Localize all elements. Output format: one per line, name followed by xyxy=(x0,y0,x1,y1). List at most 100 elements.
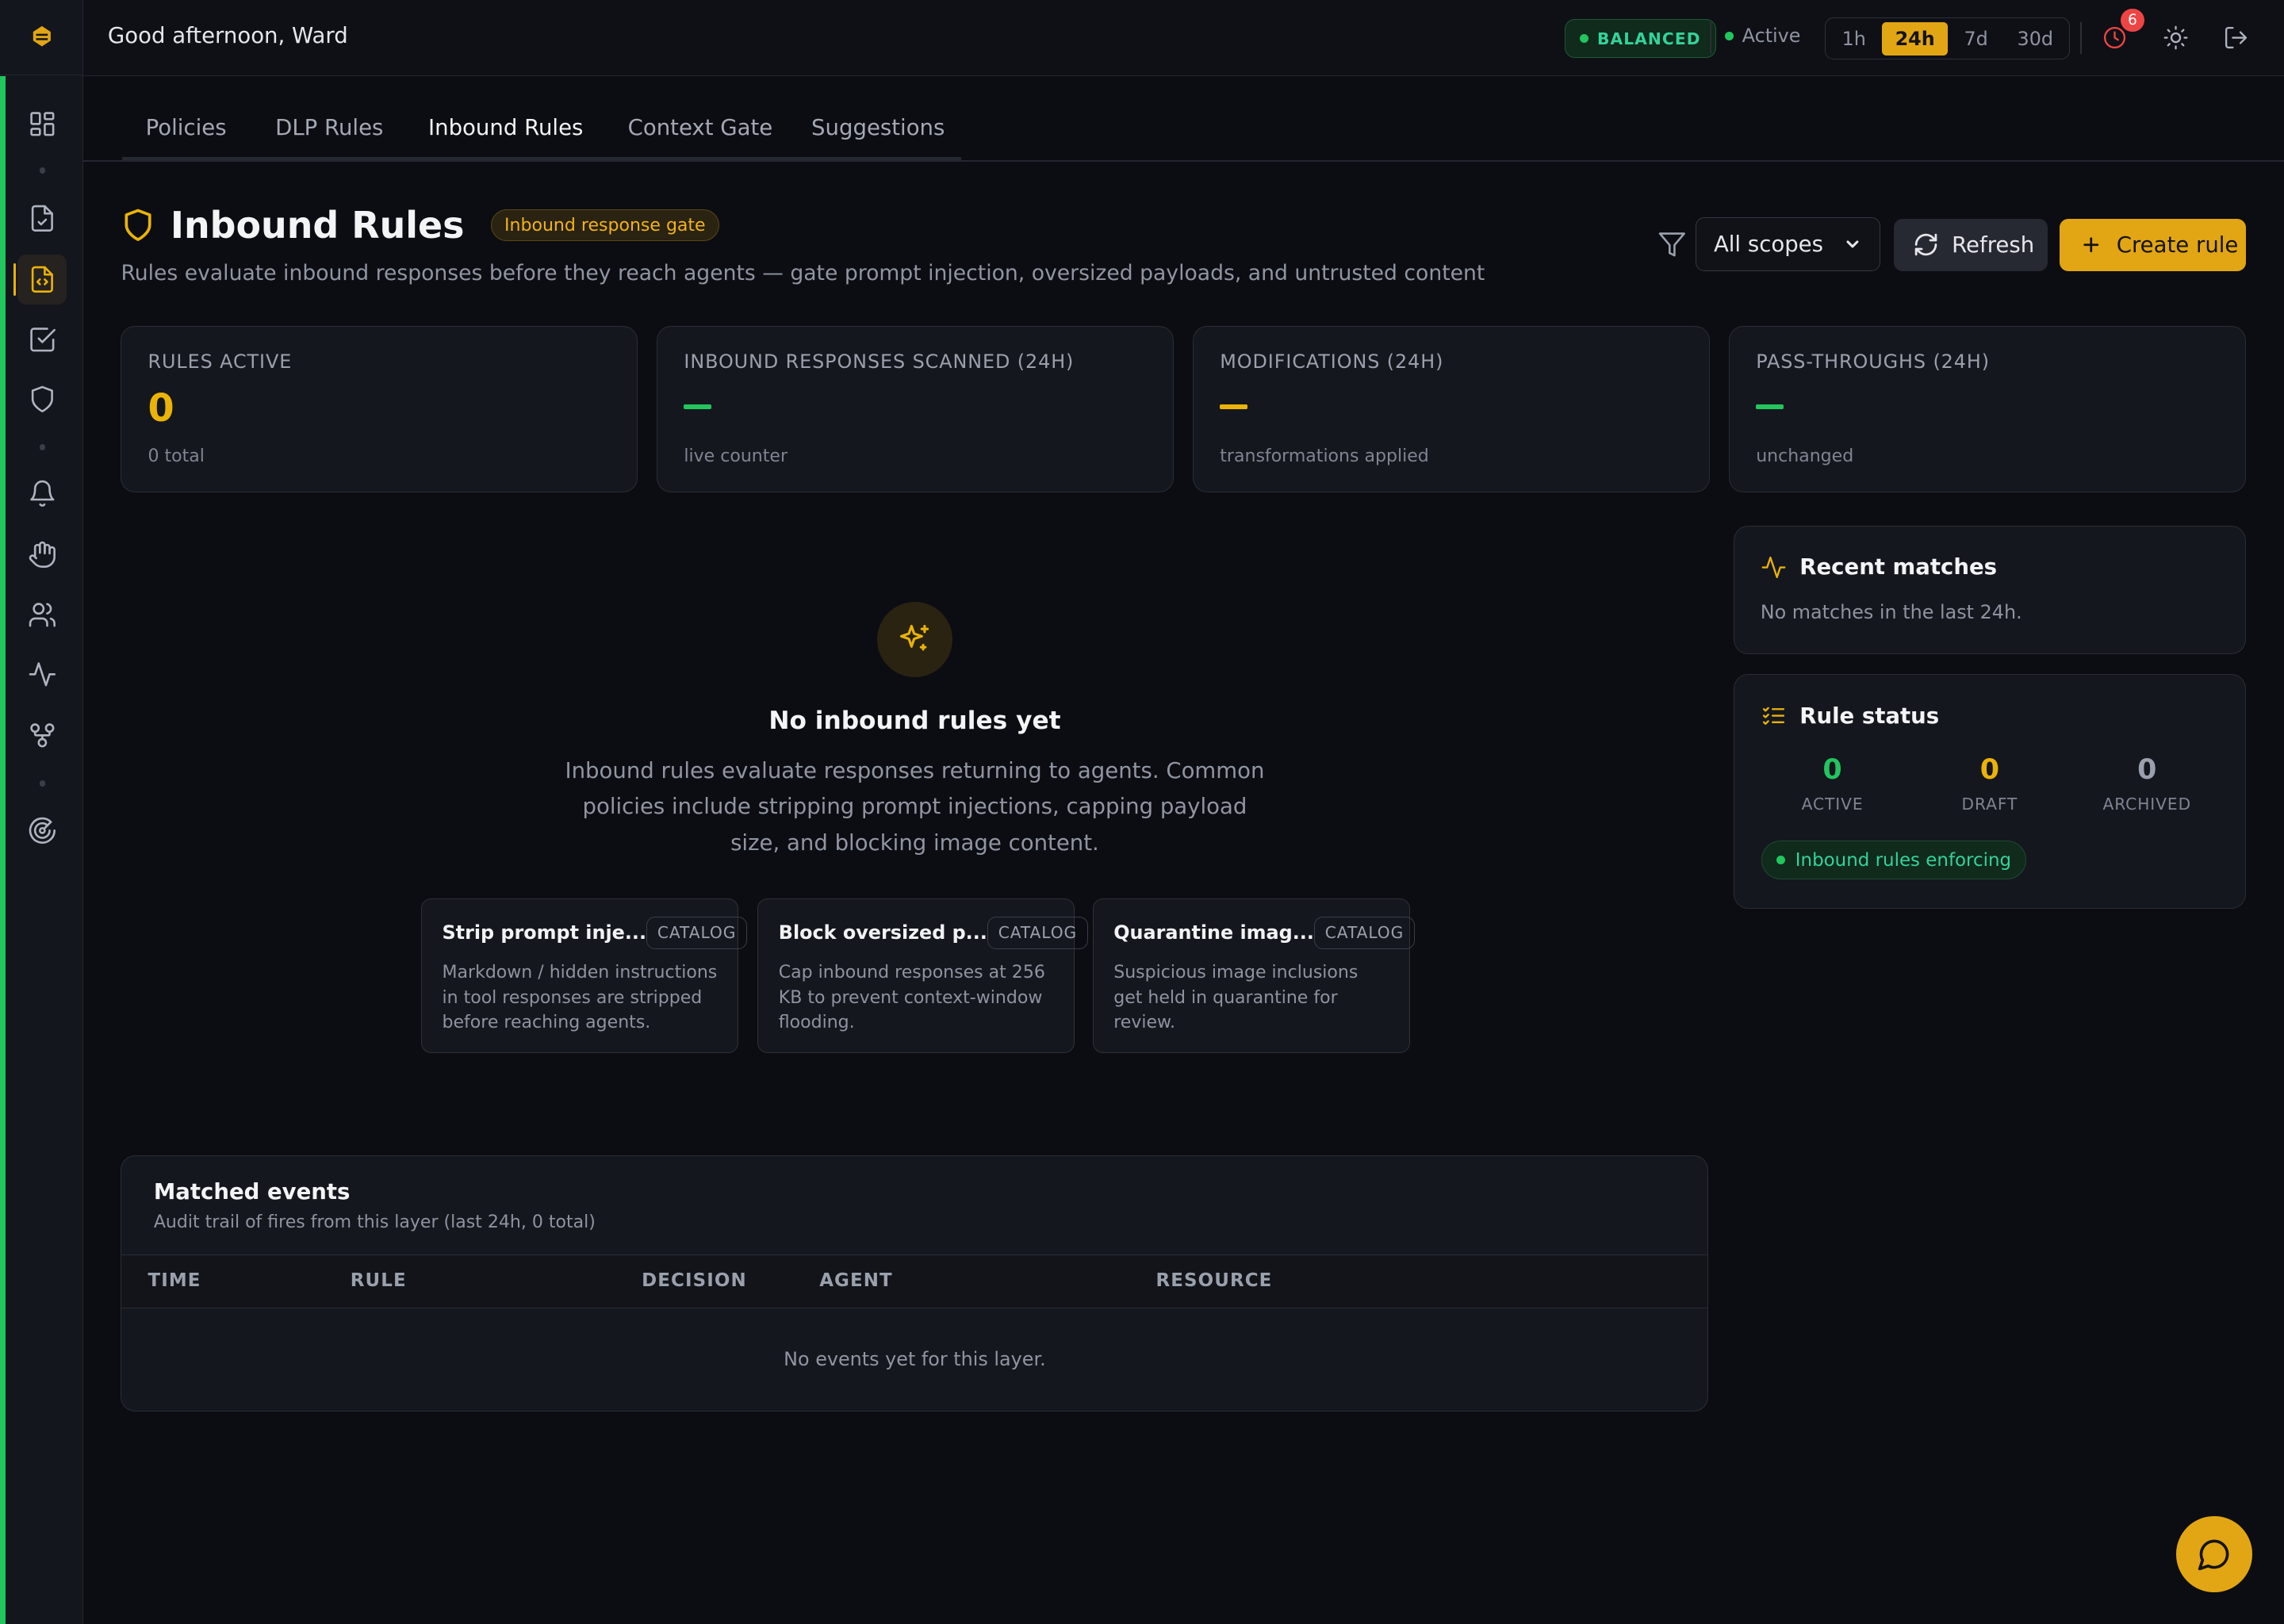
column-header-rule[interactable]: RULE xyxy=(351,1270,407,1291)
page-type-badge: Inbound response gate xyxy=(490,209,720,242)
column-header-time[interactable]: TIME xyxy=(148,1270,201,1291)
stat-subtext: 0 total xyxy=(148,446,205,467)
status-active-label: ACTIVE xyxy=(1801,795,1864,814)
status-label: Active xyxy=(1742,25,1801,48)
shield-icon xyxy=(125,209,152,242)
recent-matches-empty: No matches in the last 24h. xyxy=(1760,600,2022,623)
tabs-divider xyxy=(82,160,2284,162)
catalog-template-card[interactable]: Block oversized p... CATALOG Cap inbound… xyxy=(757,898,1088,1053)
stat-placeholder-dash xyxy=(1756,404,1784,409)
greeting: Good afternoon, Ward xyxy=(107,23,348,49)
activity-icon xyxy=(29,662,56,687)
refresh-button-label: Refresh xyxy=(1952,232,2035,258)
tab-suggestions[interactable]: Suggestions xyxy=(811,115,945,140)
logout-icon xyxy=(2225,27,2247,49)
catalog-template-card[interactable]: Strip prompt inje... CATALOG Markdown / … xyxy=(420,898,748,1053)
refresh-icon xyxy=(1914,233,1937,256)
tab-inbound-rules[interactable]: Inbound Rules xyxy=(428,115,583,140)
time-range-selector: 1h 24h 7d 30d xyxy=(1825,17,2071,60)
sparkles-icon xyxy=(876,601,953,678)
status-archived-count: 0 xyxy=(2137,754,2157,787)
tabs-baseline xyxy=(122,157,962,161)
sidebar-item-policies[interactable] xyxy=(17,193,67,243)
chevron-down-icon xyxy=(1846,240,1859,248)
stat-card-rules-active: Rules active 0 0 total xyxy=(121,326,638,492)
tab-policies[interactable]: Policies xyxy=(146,115,227,140)
catalog-template-name: Quarantine imag... xyxy=(1113,921,1314,944)
sidebar-item-security[interactable] xyxy=(17,374,67,423)
page-title: Inbound Rules xyxy=(170,204,465,247)
column-header-resource[interactable]: RESOURCE xyxy=(1155,1270,1272,1291)
sidebar-separator-dot xyxy=(39,780,45,787)
stat-subtext: unchanged xyxy=(1756,446,1854,467)
sidebar xyxy=(0,0,83,1624)
hand-icon xyxy=(29,542,56,569)
catalog-tag: CATALOG xyxy=(987,917,1088,949)
notification-count-badge: 6 xyxy=(2121,9,2144,33)
mode-badge: BALANCED xyxy=(1564,18,1716,59)
sidebar-item-rules[interactable] xyxy=(13,255,67,304)
stat-label: Inbound responses scanned (24h) xyxy=(684,350,1075,373)
shield-icon xyxy=(31,385,53,412)
git-fork-icon xyxy=(30,723,55,748)
sidebar-accent-line xyxy=(0,75,6,1624)
range-1h-button[interactable]: 1h xyxy=(1829,22,1879,56)
status-archived-label: ARCHIVED xyxy=(2102,795,2192,814)
enforcing-label: Inbound rules enforcing xyxy=(1795,849,2012,871)
enforcing-status-badge: Inbound rules enforcing xyxy=(1761,840,2027,880)
refresh-button[interactable]: Refresh xyxy=(1893,218,2048,271)
app-logo[interactable] xyxy=(21,14,64,58)
status-archived: 0 ARCHIVED xyxy=(2074,754,2220,814)
logout-button[interactable] xyxy=(2217,19,2255,57)
stat-card-pass-throughs: Pass-throughs (24h) unchanged xyxy=(1729,326,2247,492)
range-30d-button[interactable]: 30d xyxy=(2004,22,2067,56)
events-empty-message: No events yet for this layer. xyxy=(784,1347,1046,1370)
stat-label: Pass-throughs (24h) xyxy=(1756,350,1990,373)
sidebar-item-alerts[interactable] xyxy=(17,469,67,518)
create-rule-button[interactable]: Create rule xyxy=(2060,218,2247,271)
catalog-template-card[interactable]: Quarantine imag... CATALOG Suspicious im… xyxy=(1092,898,1416,1053)
catalog-template-description: Cap inbound responses at 256 KB to preve… xyxy=(778,963,1045,1032)
sidebar-item-workflows[interactable] xyxy=(17,710,67,760)
status-draft-label: DRAFT xyxy=(1961,795,2018,814)
sidebar-item-monitoring[interactable] xyxy=(17,806,67,855)
page-header: Inbound Rules Inbound response gate xyxy=(121,204,720,247)
catalog-template-name: Strip prompt inje... xyxy=(442,921,647,944)
sidebar-item-activity[interactable] xyxy=(17,649,67,699)
sidebar-separator-dot xyxy=(39,167,45,174)
plus-icon xyxy=(2083,237,2098,252)
scope-select[interactable]: All scopes xyxy=(1695,216,1881,271)
page-subtitle: Rules evaluate inbound responses before … xyxy=(121,260,1485,285)
recent-matches-card: Recent matches No matches in the last 24… xyxy=(1733,526,2247,654)
header-divider xyxy=(2079,21,2082,54)
range-7d-button[interactable]: 7d xyxy=(1951,22,2001,56)
events-subtitle: Audit trail of fires from this layer (la… xyxy=(153,1212,596,1233)
empty-state-title: No inbound rules yet xyxy=(768,706,1061,735)
stat-card-modifications: Modifications (24h) transformations appl… xyxy=(1193,326,1711,492)
chat-button[interactable] xyxy=(2176,1516,2252,1592)
sidebar-item-dashboard[interactable] xyxy=(17,99,67,148)
catalog-template-name: Block oversized p... xyxy=(778,921,987,944)
stat-placeholder-dash xyxy=(1220,404,1248,409)
tab-dlp-rules[interactable]: DLP Rules xyxy=(275,115,383,140)
message-circle-icon xyxy=(2198,1539,2229,1570)
bell-icon xyxy=(30,481,55,508)
sidebar-separator-dot xyxy=(39,444,45,450)
theme-toggle-button[interactable] xyxy=(2157,19,2195,57)
radar-icon xyxy=(29,817,56,844)
column-header-decision[interactable]: DECISION xyxy=(642,1270,747,1291)
tab-context-gate[interactable]: Context Gate xyxy=(628,115,773,140)
create-rule-button-label: Create rule xyxy=(2116,232,2239,258)
dashboard-icon xyxy=(30,112,55,136)
status-dot xyxy=(1724,31,1734,40)
sidebar-item-users[interactable] xyxy=(17,590,67,639)
range-24h-button[interactable]: 24h xyxy=(1882,21,1949,56)
sidebar-item-interventions[interactable] xyxy=(17,530,67,580)
file-check-icon xyxy=(31,205,53,232)
events-title: Matched events xyxy=(153,1178,351,1205)
sidebar-item-approvals[interactable] xyxy=(17,315,67,364)
file-code-icon xyxy=(31,266,53,293)
column-header-agent[interactable]: AGENT xyxy=(819,1270,893,1291)
stat-label: Rules active xyxy=(148,350,293,373)
enforcing-dot xyxy=(1776,856,1785,865)
